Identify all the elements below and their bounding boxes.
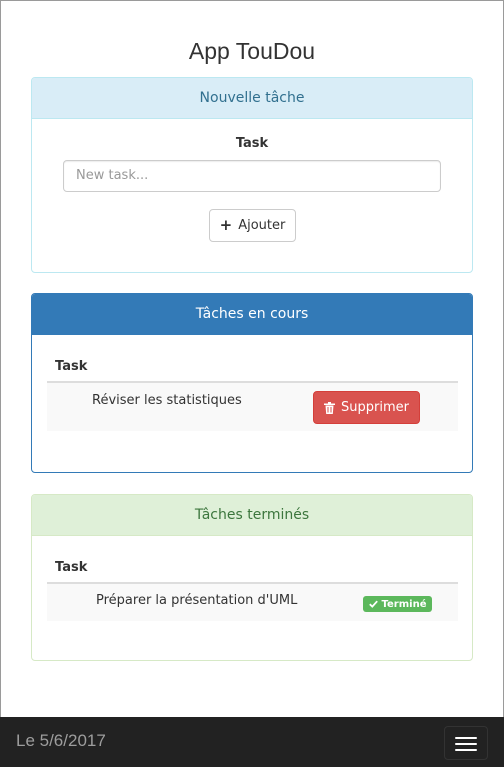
hamburger-icon [455,743,477,745]
footer-date: Le 5/6/2017 [16,731,106,750]
current-task-column-header: Task [47,335,458,383]
trash-icon [324,401,336,414]
done-tasks-panel: Tâches terminés Task Préparer la présent… [31,494,473,661]
add-task-label: Ajouter [238,218,286,233]
new-task-input[interactable]: New task... [63,160,441,192]
new-task-placeholder: New task... [76,168,149,183]
done-task-column-header: Task [47,536,458,584]
done-task-text: Préparer la présentation d'UML [96,593,298,608]
task-field-label: Task [235,136,269,151]
done-status-badge: Terminé [363,596,432,612]
plus-icon: + [219,216,233,234]
check-icon [368,600,378,608]
done-badge-label: Terminé [381,598,427,610]
new-task-heading: Nouvelle tâche [32,78,472,119]
page-title: App TouDou [188,38,316,64]
footer-bar: Le 5/6/2017 [0,717,504,767]
done-tasks-heading: Tâches terminés [32,495,472,536]
table-row: Réviser les statistiques Supprimer [47,383,458,431]
current-tasks-heading: Tâches en cours [32,294,472,335]
add-task-button[interactable]: + Ajouter [209,209,296,242]
hamburger-icon [455,737,477,739]
delete-task-button[interactable]: Supprimer [313,391,420,424]
hamburger-icon [455,749,477,751]
delete-task-label: Supprimer [341,400,409,415]
current-tasks-panel: Tâches en cours Task Réviser les statist… [31,293,473,473]
current-task-text: Réviser les statistiques [92,393,242,408]
current-tasks-table: Task Réviser les statistiques Supprimer [47,335,458,431]
menu-toggle-button[interactable] [444,726,488,760]
table-row: Préparer la présentation d'UML Terminé [47,584,458,621]
done-tasks-table: Task Préparer la présentation d'UML Term… [47,536,458,621]
new-task-panel: Nouvelle tâche Task New task... + Ajoute… [31,77,473,273]
